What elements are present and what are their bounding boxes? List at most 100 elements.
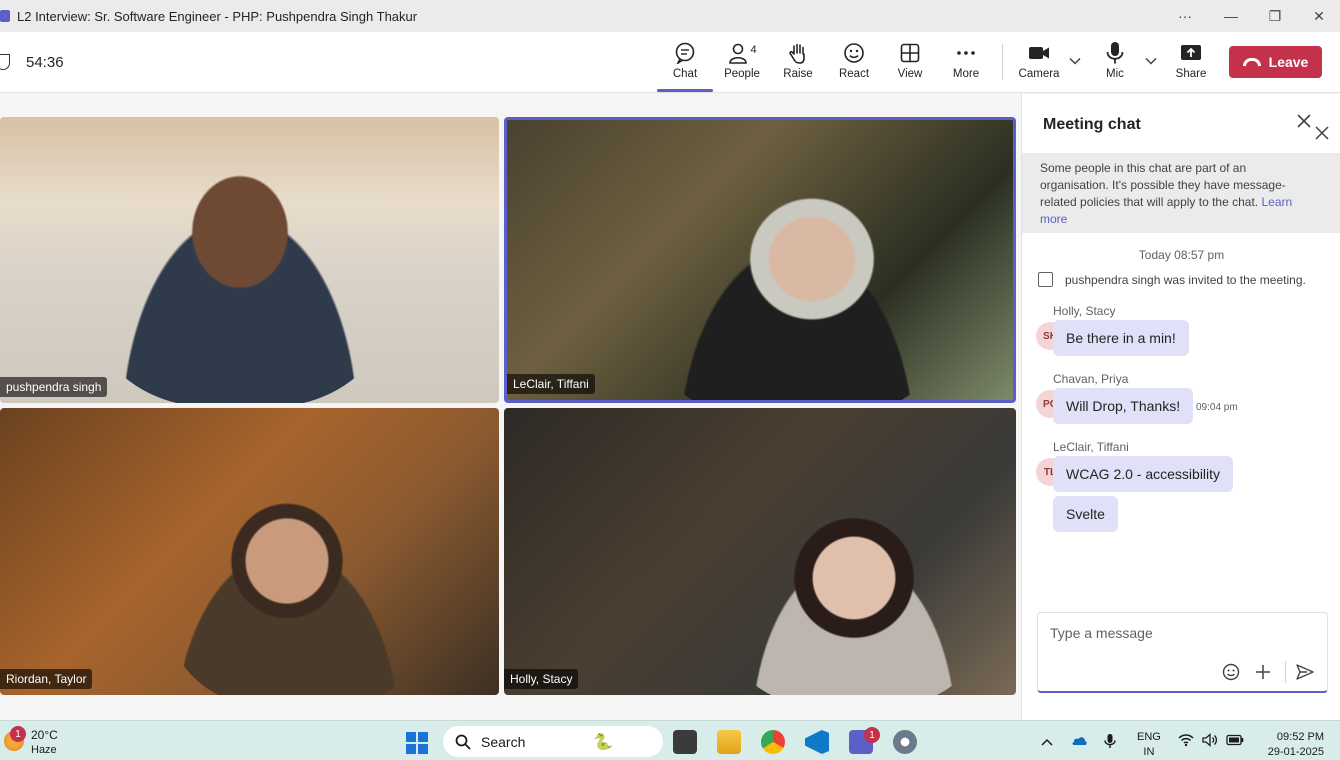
mic-options-chevron-icon[interactable] bbox=[1145, 54, 1157, 68]
mic-button[interactable]: Mic bbox=[1087, 40, 1143, 86]
share-screen-icon bbox=[1180, 40, 1202, 66]
participant-name-tag: pushpendra singh bbox=[0, 377, 108, 397]
chrome-icon[interactable] bbox=[761, 730, 785, 754]
more-options-icon[interactable]: ··· bbox=[1165, 4, 1205, 28]
participant-name-tag: Riordan, Taylor bbox=[0, 669, 93, 689]
onedrive-cloud-icon[interactable] bbox=[1070, 733, 1088, 750]
vscode-icon[interactable] bbox=[805, 730, 829, 754]
people-count: 4 bbox=[750, 44, 757, 56]
video-tile[interactable]: pushpendra singh bbox=[0, 117, 499, 403]
wifi-icon[interactable] bbox=[1178, 733, 1194, 750]
close-window-button[interactable]: ✕ bbox=[1299, 4, 1339, 28]
participant-video bbox=[724, 508, 984, 695]
attach-plus-icon[interactable] bbox=[1254, 663, 1272, 686]
chat-date-separator: Today 08:57 pm bbox=[1138, 248, 1225, 262]
message-bubble[interactable]: Be there in a min! bbox=[1053, 320, 1189, 356]
message-time: 09:04 pm bbox=[1196, 402, 1238, 413]
policy-notice-text: Some people in this chat are part of an … bbox=[1040, 161, 1286, 209]
shield-icon bbox=[0, 54, 10, 70]
smiley-icon bbox=[843, 40, 865, 66]
compose-placeholder: Type a message bbox=[1050, 625, 1153, 641]
windows-start-icon[interactable] bbox=[406, 732, 428, 754]
dismiss-notice-icon[interactable] bbox=[1315, 124, 1329, 145]
raise-label: Raise bbox=[783, 68, 813, 80]
people-button[interactable]: 4 People bbox=[714, 40, 770, 86]
message-sender: Chavan, Priya bbox=[1053, 372, 1129, 386]
participant-video bbox=[647, 190, 947, 400]
leave-button[interactable]: Leave bbox=[1229, 46, 1322, 78]
message-bubble[interactable]: WCAG 2.0 - accessibility bbox=[1053, 456, 1234, 492]
policy-notice: Some people in this chat are part of an … bbox=[1022, 153, 1340, 233]
camera-button[interactable]: Camera bbox=[1011, 40, 1067, 86]
system-message: pushpendra singh was invited to the meet… bbox=[1038, 272, 1306, 287]
teams-logo-icon bbox=[0, 10, 10, 22]
compose-divider bbox=[1285, 661, 1286, 683]
people-label: People bbox=[724, 68, 760, 80]
more-label: More bbox=[952, 68, 980, 80]
title-bar: L2 Interview: Sr. Software Engineer - PH… bbox=[0, 0, 1340, 32]
video-tile-active-speaker[interactable]: LeClair, Tiffani bbox=[504, 117, 1016, 403]
video-tile[interactable]: Holly, Stacy bbox=[504, 408, 1016, 695]
react-button[interactable]: React bbox=[826, 40, 882, 86]
raise-hand-button[interactable]: Raise bbox=[770, 40, 826, 86]
participant-name-tag: Holly, Stacy bbox=[504, 669, 579, 689]
more-button[interactable]: More bbox=[938, 40, 994, 86]
task-view-icon[interactable] bbox=[673, 730, 697, 754]
weather-condition: Haze bbox=[31, 744, 57, 756]
hang-up-icon bbox=[1242, 58, 1261, 66]
tray-chevron-up-icon[interactable] bbox=[1041, 733, 1053, 749]
chat-button[interactable]: Chat bbox=[657, 40, 713, 92]
meeting-timer: 54:36 bbox=[26, 54, 64, 71]
teams-badge: 1 bbox=[864, 727, 880, 743]
share-label: Share bbox=[1175, 68, 1207, 80]
video-tile[interactable]: Riordan, Taylor bbox=[0, 408, 499, 695]
volume-icon[interactable] bbox=[1202, 733, 1218, 750]
hand-icon bbox=[787, 40, 809, 66]
close-chat-icon[interactable] bbox=[1296, 112, 1312, 135]
send-icon[interactable] bbox=[1295, 663, 1315, 686]
system-message-text: pushpendra singh was invited to the meet… bbox=[1065, 272, 1306, 287]
minimize-button[interactable]: — bbox=[1211, 4, 1251, 28]
message-bubble[interactable]: Svelte bbox=[1053, 496, 1118, 532]
participant-video bbox=[170, 498, 430, 695]
temperature: 20°C bbox=[31, 728, 58, 742]
camera-options-chevron-icon[interactable] bbox=[1069, 54, 1081, 68]
chat-bubble-icon bbox=[674, 40, 696, 66]
participant-name-tag: LeClair, Tiffani bbox=[507, 374, 595, 394]
taskbar-search[interactable]: Search 🐍 bbox=[443, 726, 663, 757]
settings-gear-icon[interactable] bbox=[893, 730, 917, 754]
window-title: L2 Interview: Sr. Software Engineer - PH… bbox=[17, 9, 418, 24]
search-label: Search bbox=[481, 733, 526, 750]
grid-view-icon bbox=[899, 40, 921, 66]
react-label: React bbox=[838, 68, 870, 80]
restore-button[interactable]: ❐ bbox=[1255, 4, 1295, 28]
camera-label: Camera bbox=[1018, 68, 1060, 80]
toolbar-divider bbox=[1002, 44, 1003, 80]
file-explorer-icon[interactable] bbox=[717, 730, 741, 754]
share-button[interactable]: Share bbox=[1163, 40, 1219, 86]
people-icon: 4 bbox=[727, 40, 757, 66]
clock-date: 29-01-2025 bbox=[1267, 746, 1324, 758]
view-label: View bbox=[897, 68, 923, 80]
leave-label: Leave bbox=[1268, 54, 1309, 70]
region-code: IN bbox=[1143, 746, 1155, 758]
meeting-chat-panel: Meeting chat Some people in this chat ar… bbox=[1021, 94, 1340, 720]
tray-mic-icon[interactable] bbox=[1103, 733, 1117, 752]
language-indicator[interactable]: ENG IN bbox=[1137, 730, 1161, 760]
view-button[interactable]: View bbox=[882, 40, 938, 86]
meeting-toolbar: 54:36 Chat 4 People Raise React View Mor… bbox=[0, 32, 1340, 93]
system-clock[interactable]: 09:52 PM 29-01-2025 bbox=[1258, 730, 1324, 760]
calendar-invite-icon bbox=[1038, 272, 1053, 287]
microphone-icon bbox=[1104, 40, 1126, 66]
windows-taskbar: 1 20°C Haze Search 🐍 1 ENG IN 09:52 PM 2… bbox=[0, 720, 1340, 760]
message-compose-box[interactable]: Type a message bbox=[1037, 612, 1328, 693]
weather-badge: 1 bbox=[10, 726, 26, 742]
message-sender: LeClair, Tiffani bbox=[1053, 440, 1129, 454]
video-camera-icon bbox=[1027, 40, 1051, 66]
chat-panel-title: Meeting chat bbox=[1043, 116, 1141, 133]
participant-video bbox=[90, 157, 390, 403]
message-bubble[interactable]: Will Drop, Thanks! bbox=[1053, 388, 1194, 424]
battery-icon[interactable] bbox=[1226, 733, 1244, 749]
search-icon bbox=[455, 734, 471, 750]
emoji-icon[interactable] bbox=[1222, 663, 1240, 686]
